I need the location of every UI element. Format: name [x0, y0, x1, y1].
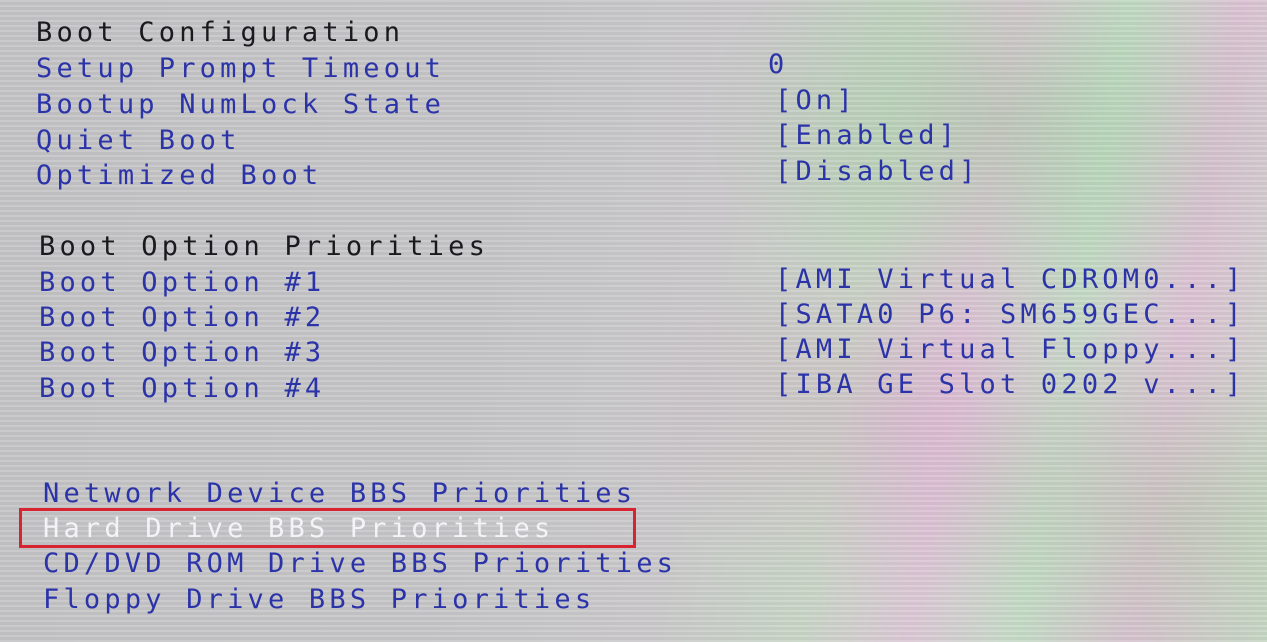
bootup-numlock-state-value[interactable]: [On]	[775, 84, 857, 118]
boot-option-4-value[interactable]: [IBA GE Slot 0202 v...]	[775, 368, 1245, 402]
boot-option-2-value[interactable]: [SATA0 P6: SM659GEC...]	[775, 298, 1245, 332]
bootup-numlock-state-label[interactable]: Bootup NumLock State	[36, 88, 445, 122]
boot-option-3-label[interactable]: Boot Option #3	[39, 336, 325, 370]
boot-configuration-header: Boot Configuration	[36, 17, 405, 48]
cd-dvd-rom-drive-bbs-priorities[interactable]: CD/DVD ROM Drive BBS Priorities	[43, 547, 677, 581]
boot-option-1-label[interactable]: Boot Option #1	[39, 266, 325, 300]
hard-drive-bbs-priorities[interactable]: Hard Drive BBS Priorities	[43, 512, 554, 546]
boot-option-2-label[interactable]: Boot Option #2	[39, 301, 325, 335]
setup-prompt-timeout-label[interactable]: Setup Prompt Timeout	[36, 52, 445, 86]
optimized-boot-value[interactable]: [Disabled]	[775, 155, 980, 189]
floppy-drive-bbs-priorities[interactable]: Floppy Drive BBS Priorities	[43, 583, 595, 617]
boot-option-4-label[interactable]: Boot Option #4	[39, 372, 325, 406]
quiet-boot-value[interactable]: [Enabled]	[775, 119, 959, 153]
boot-option-priorities-header: Boot Option Priorities	[39, 231, 490, 262]
setup-prompt-timeout-value[interactable]: 0	[768, 48, 788, 82]
boot-option-3-value[interactable]: [AMI Virtual Floppy...]	[775, 333, 1245, 367]
quiet-boot-label[interactable]: Quiet Boot	[36, 124, 241, 158]
boot-option-1-value[interactable]: [AMI Virtual CDROM0...]	[775, 263, 1245, 297]
bios-boot-menu: Boot Configuration Setup Prompt Timeout …	[0, 0, 1267, 642]
network-device-bbs-priorities[interactable]: Network Device BBS Priorities	[43, 477, 636, 511]
optimized-boot-label[interactable]: Optimized Boot	[36, 159, 322, 193]
